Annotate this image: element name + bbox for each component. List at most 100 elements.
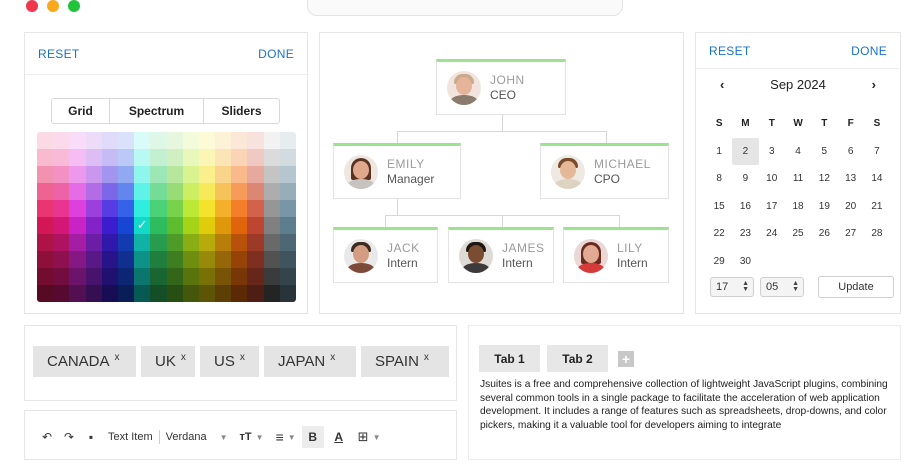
- color-swatch[interactable]: [117, 234, 135, 251]
- color-swatch[interactable]: [117, 251, 135, 268]
- tag-chip[interactable]: UK x: [141, 346, 195, 377]
- calendar-day[interactable]: 4: [785, 138, 811, 166]
- calendar-day[interactable]: 20: [837, 193, 863, 221]
- close-window-button[interactable]: [26, 0, 38, 12]
- calendar-day[interactable]: 3: [759, 138, 785, 166]
- color-swatch[interactable]: [53, 217, 70, 234]
- color-swatch[interactable]: [279, 217, 296, 234]
- font-family-select[interactable]: Verdana ▼: [166, 431, 228, 443]
- color-swatch[interactable]: [215, 132, 232, 149]
- tab-2[interactable]: Tab 2: [547, 345, 608, 372]
- remove-tag-icon[interactable]: x: [330, 352, 335, 363]
- color-swatch[interactable]: [37, 166, 54, 183]
- redo-icon[interactable]: ↷: [58, 430, 80, 444]
- color-swatch[interactable]: [117, 132, 135, 149]
- color-reset-button[interactable]: RESET: [38, 47, 80, 61]
- color-swatch[interactable]: [279, 132, 296, 149]
- remove-tag-icon[interactable]: x: [181, 352, 186, 363]
- color-swatch[interactable]: [117, 217, 135, 234]
- color-swatch[interactable]: [69, 217, 86, 234]
- color-swatch[interactable]: [134, 200, 151, 217]
- color-swatch[interactable]: [101, 149, 118, 166]
- color-swatch[interactable]: [215, 149, 232, 166]
- calendar-day[interactable]: 9: [732, 165, 758, 193]
- calendar-day[interactable]: 15: [706, 193, 732, 221]
- color-swatch[interactable]: [53, 183, 70, 200]
- color-swatch[interactable]: [279, 149, 296, 166]
- color-swatch[interactable]: [117, 200, 135, 217]
- tag-chip[interactable]: SPAIN x: [361, 346, 449, 377]
- color-swatch[interactable]: [231, 251, 248, 268]
- color-swatch[interactable]: [231, 183, 248, 200]
- color-swatch[interactable]: [247, 285, 264, 302]
- color-swatch[interactable]: [247, 132, 264, 149]
- color-swatch[interactable]: [69, 285, 86, 302]
- color-swatch[interactable]: [101, 268, 118, 285]
- color-swatch[interactable]: [198, 285, 216, 302]
- color-swatch[interactable]: [247, 183, 264, 200]
- color-swatch[interactable]: [85, 183, 102, 200]
- month-label[interactable]: Sep 2024: [770, 77, 826, 92]
- color-swatch[interactable]: [166, 251, 183, 268]
- calendar-day[interactable]: 8: [706, 165, 732, 193]
- color-swatch[interactable]: [134, 251, 151, 268]
- color-swatch[interactable]: [69, 234, 86, 251]
- calendar-day[interactable]: 21: [864, 193, 890, 221]
- tab-sliders[interactable]: Sliders: [204, 99, 279, 123]
- color-swatch[interactable]: [182, 234, 199, 251]
- color-swatch[interactable]: [279, 200, 296, 217]
- org-node-lily[interactable]: LILY Intern: [563, 227, 669, 283]
- color-swatch[interactable]: [231, 149, 248, 166]
- calendar-day[interactable]: 17: [759, 193, 785, 221]
- color-swatch[interactable]: [85, 285, 102, 302]
- chevron-left-icon[interactable]: ‹: [720, 77, 724, 92]
- color-swatch[interactable]: [37, 183, 54, 200]
- bold-button[interactable]: B: [301, 426, 324, 448]
- color-swatch[interactable]: [150, 166, 167, 183]
- color-swatch[interactable]: [134, 149, 151, 166]
- color-swatch[interactable]: [166, 234, 183, 251]
- color-swatch[interactable]: [69, 132, 86, 149]
- color-swatch[interactable]: [198, 149, 216, 166]
- color-swatch[interactable]: [117, 285, 135, 302]
- color-swatch[interactable]: [85, 132, 102, 149]
- color-swatch[interactable]: [117, 268, 135, 285]
- color-swatch[interactable]: [198, 183, 216, 200]
- color-swatch[interactable]: [85, 149, 102, 166]
- color-swatch[interactable]: [53, 234, 70, 251]
- color-swatch[interactable]: [69, 268, 86, 285]
- color-swatch[interactable]: [279, 268, 296, 285]
- color-swatch[interactable]: [279, 234, 296, 251]
- hour-select[interactable]: 17 ▲ ▼: [710, 277, 754, 297]
- color-swatch[interactable]: [37, 200, 54, 217]
- color-swatch[interactable]: [263, 234, 280, 251]
- color-swatch[interactable]: [263, 251, 280, 268]
- color-swatch[interactable]: [134, 285, 151, 302]
- org-node-emily[interactable]: EMILY Manager: [333, 143, 461, 199]
- calendar-day[interactable]: 5: [811, 138, 837, 166]
- add-tab-button[interactable]: +: [618, 350, 634, 367]
- color-swatch[interactable]: [37, 217, 54, 234]
- calendar-day[interactable]: 22: [706, 220, 732, 248]
- tab-1[interactable]: Tab 1: [479, 345, 540, 372]
- calendar-day[interactable]: 28: [864, 220, 890, 248]
- color-swatch[interactable]: [101, 200, 118, 217]
- calendar-day[interactable]: 2: [732, 137, 759, 165]
- calendar-day[interactable]: 7: [864, 138, 890, 166]
- color-swatch[interactable]: [134, 166, 151, 183]
- color-swatch[interactable]: [166, 149, 183, 166]
- color-swatch[interactable]: [69, 183, 86, 200]
- color-swatch[interactable]: [182, 268, 199, 285]
- minute-select[interactable]: 05 ▲ ▼: [760, 277, 804, 297]
- undo-icon[interactable]: ↶: [36, 430, 58, 444]
- color-swatch[interactable]: [247, 166, 264, 183]
- color-swatch[interactable]: [247, 200, 264, 217]
- color-swatch[interactable]: [85, 234, 102, 251]
- color-swatch[interactable]: [198, 217, 216, 234]
- color-swatch[interactable]: [215, 183, 232, 200]
- color-swatch[interactable]: [198, 234, 216, 251]
- color-swatch[interactable]: [231, 234, 248, 251]
- color-swatch[interactable]: [198, 166, 216, 183]
- color-swatch[interactable]: [215, 234, 232, 251]
- tag-chip[interactable]: US x: [200, 346, 259, 377]
